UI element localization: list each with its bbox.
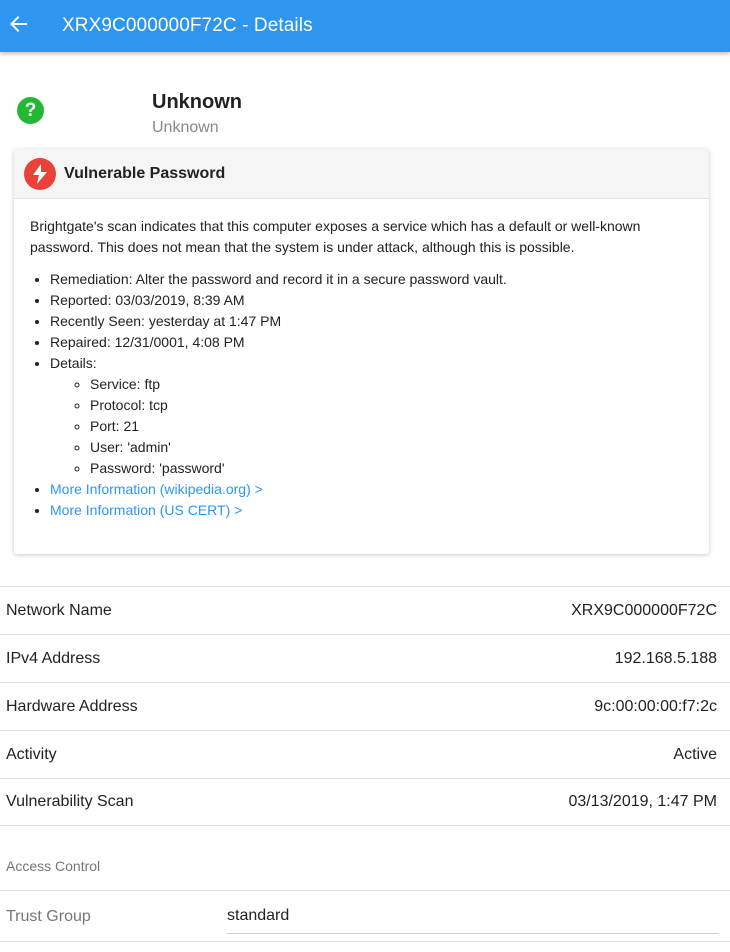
info-label: Activity xyxy=(6,745,57,763)
vulnerability-description: Brightgate's scan indicates that this co… xyxy=(30,218,641,255)
vulnerability-detail-list: Remediation: Alter the password and reco… xyxy=(30,269,693,521)
info-row-activity: Activity Active xyxy=(0,730,730,778)
repaired-item: Repaired: 12/31/0001, 4:08 PM xyxy=(50,332,693,353)
detail-service: Service: ftp xyxy=(90,374,693,395)
vulnerability-card-header[interactable]: Vulnerable Password xyxy=(14,149,709,199)
back-button[interactable] xyxy=(0,7,38,45)
info-value: 192.168.5.188 xyxy=(614,649,717,667)
details-sublist: Service: ftp Protocol: tcp Port: 21 User… xyxy=(50,374,693,479)
info-row-ipv4-address: IPv4 Address 192.168.5.188 xyxy=(0,634,730,682)
recently-seen-item: Recently Seen: yesterday at 1:47 PM xyxy=(50,311,693,332)
info-label: Hardware Address xyxy=(6,697,138,715)
divider xyxy=(0,941,730,942)
details-label: Details: xyxy=(50,355,97,371)
trust-group-label: Trust Group xyxy=(6,908,91,925)
vulnerability-card-body: Brightgate's scan indicates that this co… xyxy=(14,199,709,521)
info-value: 03/13/2019, 1:47 PM xyxy=(568,793,717,810)
info-label: Network Name xyxy=(6,601,112,619)
detail-user: User: 'admin' xyxy=(90,437,693,458)
info-label: IPv4 Address xyxy=(6,649,101,667)
top-navbar: XRX9C000000F72C - Details xyxy=(0,0,730,52)
device-header: ? Unknown Unknown xyxy=(0,88,730,144)
device-info-table: Network Name XRX9C000000F72C IPv4 Addres… xyxy=(0,586,730,826)
arrow-left-icon xyxy=(10,15,28,38)
info-row-hardware-address: Hardware Address 9c:00:00:00:f7:2c xyxy=(0,682,730,730)
wikipedia-link[interactable]: More Information (wikipedia.org) > xyxy=(50,481,263,497)
trust-group-select[interactable]: standard xyxy=(227,900,718,934)
divider xyxy=(0,890,730,891)
info-row-network-name: Network Name XRX9C000000F72C xyxy=(0,586,730,634)
device-name: Unknown xyxy=(152,91,242,113)
us-cert-link[interactable]: More Information (US CERT) > xyxy=(50,502,242,518)
access-control-heading: Access Control xyxy=(6,858,101,874)
info-value: XRX9C000000F72C xyxy=(571,601,717,619)
detail-password: Password: 'password' xyxy=(90,458,693,479)
page-title: XRX9C000000F72C - Details xyxy=(62,15,313,36)
device-subtitle: Unknown xyxy=(152,119,219,136)
vulnerability-title: Vulnerable Password xyxy=(64,164,226,182)
link-item-wikipedia: More Information (wikipedia.org) > xyxy=(50,479,693,500)
info-value: Active xyxy=(673,745,717,763)
vulnerability-card: Vulnerable Password Brightgate's scan in… xyxy=(14,149,709,554)
detail-port: Port: 21 xyxy=(90,416,693,437)
info-value: 9c:00:00:00:f7:2c xyxy=(594,697,717,715)
reported-item: Reported: 03/03/2019, 8:39 AM xyxy=(50,290,693,311)
question-mark-icon: ? xyxy=(17,97,44,124)
link-item-uscert: More Information (US CERT) > xyxy=(50,500,693,521)
lightning-bolt-icon xyxy=(24,157,56,190)
info-label: Vulnerability Scan xyxy=(6,793,134,810)
info-row-vulnerability-scan: Vulnerability Scan 03/13/2019, 1:47 PM xyxy=(0,778,730,826)
detail-protocol: Protocol: tcp xyxy=(90,395,693,416)
details-item: Details: Service: ftp Protocol: tcp Port… xyxy=(50,353,693,479)
remediation-item: Remediation: Alter the password and reco… xyxy=(50,269,693,290)
